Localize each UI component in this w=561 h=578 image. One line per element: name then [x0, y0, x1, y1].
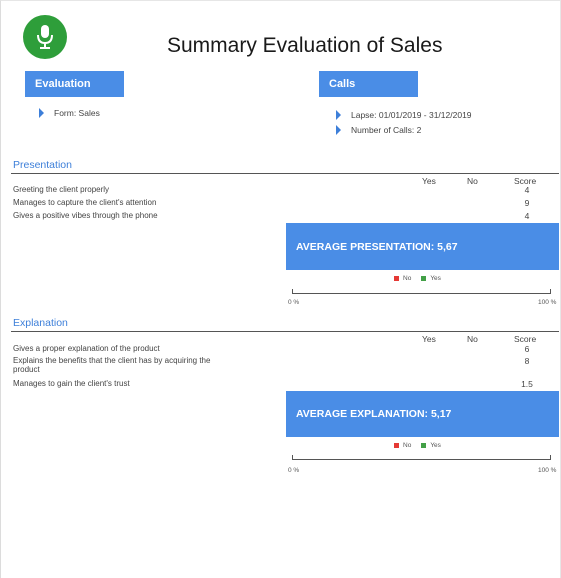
legend-label-no: No	[403, 275, 412, 282]
lapse-info: Lapse: 01/01/2019 - 31/12/2019	[336, 110, 472, 120]
criterion-label: Gives a positive vibes through the phone	[13, 211, 158, 220]
legend-label-no: No	[403, 442, 412, 449]
average-explanation-banner: AVERAGE EXPLANATION: 5,17	[286, 391, 559, 437]
legend-swatch-yes	[421, 276, 427, 281]
form-value: Form: Sales	[54, 108, 100, 118]
calls-header: Calls	[319, 71, 418, 97]
section-divider	[11, 173, 559, 174]
chart-axis	[292, 459, 551, 460]
column-header-no: No	[467, 176, 478, 186]
legend-label-yes: Yes	[430, 275, 441, 282]
legend-swatch-yes	[421, 443, 427, 448]
axis-label-max: 100 %	[538, 299, 557, 306]
axis-label-min: 0 %	[288, 467, 300, 474]
criterion-label-continued: product	[13, 365, 40, 374]
chart-axis	[292, 293, 551, 294]
criterion-label: Gives a proper explanation of the produc…	[13, 344, 160, 353]
section-divider	[11, 331, 559, 332]
report-page: Summary Evaluation of Sales Evaluation C…	[0, 0, 561, 578]
criterion-score: 8	[524, 356, 530, 366]
criterion-label: Greeting the client properly	[13, 185, 110, 194]
average-presentation-banner: AVERAGE PRESENTATION: 5,67	[286, 223, 559, 270]
column-header-yes: Yes	[422, 334, 436, 344]
form-info: Form: Sales	[39, 108, 100, 118]
section-title-presentation: Presentation	[13, 159, 72, 171]
chart-legend: No Yes	[394, 275, 441, 282]
axis-tick	[550, 455, 551, 460]
page-title: Summary Evaluation of Sales	[167, 34, 443, 57]
axis-tick	[292, 289, 293, 294]
axis-tick	[292, 455, 293, 460]
microphone-icon	[37, 25, 53, 49]
section-title-explanation: Explanation	[13, 317, 68, 329]
lapse-value: Lapse: 01/01/2019 - 31/12/2019	[351, 110, 472, 120]
column-header-yes: Yes	[422, 176, 436, 186]
legend-swatch-no	[394, 276, 399, 281]
column-header-no: No	[467, 334, 478, 344]
bullet-arrow-icon	[39, 108, 44, 118]
bullet-arrow-icon	[336, 110, 341, 120]
calls-value: Number of Calls: 2	[351, 125, 422, 135]
bullet-arrow-icon	[336, 125, 341, 135]
logo	[23, 15, 67, 59]
legend-swatch-no	[394, 443, 399, 448]
evaluation-header: Evaluation	[25, 71, 124, 97]
axis-label-min: 0 %	[288, 299, 300, 306]
criterion-label: Explains the benefits that the client ha…	[13, 356, 211, 365]
calls-info: Number of Calls: 2	[336, 125, 421, 135]
axis-label-max: 100 %	[538, 467, 557, 474]
criterion-score: 1.5	[521, 379, 533, 389]
column-header-score: Score	[514, 334, 537, 344]
criterion-score: 4	[524, 211, 530, 221]
criterion-score: 9	[524, 198, 530, 208]
criterion-label: Manages to gain the client's trust	[13, 379, 130, 388]
axis-tick	[550, 289, 551, 294]
criterion-score: 6	[524, 344, 530, 354]
legend-label-yes: Yes	[430, 442, 441, 449]
chart-legend: No Yes	[394, 442, 441, 449]
criterion-score: 4	[524, 185, 530, 195]
criterion-label: Manages to capture the client's attentio…	[13, 198, 157, 207]
